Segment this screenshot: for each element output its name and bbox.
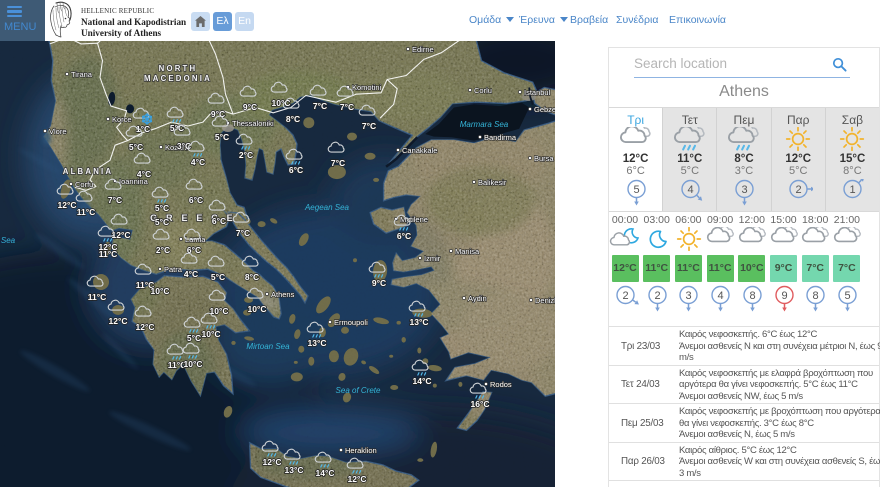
svg-text:Corlu: Corlu bbox=[474, 86, 492, 95]
svg-text:6°C: 6°C bbox=[189, 195, 203, 205]
svg-text:Aydin: Aydin bbox=[468, 294, 487, 303]
svg-text:12°C: 12°C bbox=[112, 230, 131, 240]
svg-text:9°C: 9°C bbox=[243, 102, 257, 112]
svg-text:NORTH: NORTH bbox=[159, 64, 198, 73]
svg-text:14°C: 14°C bbox=[316, 468, 335, 478]
svg-text:Edirne: Edirne bbox=[412, 45, 434, 54]
svg-text:4°C: 4°C bbox=[184, 269, 198, 279]
svg-text:2: 2 bbox=[622, 290, 628, 302]
svg-text:6°C: 6°C bbox=[212, 216, 226, 226]
svg-text:Mirtoan Sea: Mirtoan Sea bbox=[246, 342, 290, 351]
svg-text:10°C: 10°C bbox=[151, 286, 170, 296]
svg-text:Balikesir: Balikesir bbox=[478, 178, 507, 187]
svg-text:5°C: 5°C bbox=[155, 203, 169, 213]
svg-text:8: 8 bbox=[813, 290, 819, 302]
svg-text:Patra: Patra bbox=[164, 265, 183, 274]
svg-text:Corfu: Corfu bbox=[75, 180, 93, 189]
svg-text:14°C: 14°C bbox=[413, 376, 432, 386]
svg-text:12°C: 12°C bbox=[136, 322, 155, 332]
svg-text:Ermoupoli: Ermoupoli bbox=[334, 318, 368, 327]
svg-text:12°C: 12°C bbox=[263, 457, 282, 467]
svg-text:7°C: 7°C bbox=[362, 121, 376, 131]
svg-text:4: 4 bbox=[718, 290, 724, 302]
svg-text:MACEDONIA: MACEDONIA bbox=[144, 74, 212, 83]
svg-text:3: 3 bbox=[741, 184, 747, 196]
svg-text:Bursa: Bursa bbox=[534, 154, 554, 163]
svg-text:7°C: 7°C bbox=[108, 195, 122, 205]
svg-text:5°C: 5°C bbox=[155, 217, 169, 227]
svg-text:Manisa: Manisa bbox=[455, 247, 480, 256]
svg-text:5°C: 5°C bbox=[215, 132, 229, 142]
svg-text:7°C: 7°C bbox=[236, 228, 250, 238]
svg-text:5°C: 5°C bbox=[211, 272, 225, 282]
svg-text:1: 1 bbox=[850, 184, 856, 196]
svg-text:16°C: 16°C bbox=[471, 399, 490, 409]
svg-text:3: 3 bbox=[686, 290, 692, 302]
svg-text:Korce: Korce bbox=[112, 115, 132, 124]
svg-text:5°C: 5°C bbox=[129, 142, 143, 152]
svg-text:4°C: 4°C bbox=[191, 157, 205, 167]
svg-text:13°C: 13°C bbox=[308, 338, 327, 348]
svg-text:Canakkale: Canakkale bbox=[402, 146, 437, 155]
svg-text:Istanbul: Istanbul bbox=[524, 88, 551, 97]
svg-text:6°C: 6°C bbox=[289, 165, 303, 175]
svg-text:11°C: 11°C bbox=[77, 207, 96, 217]
svg-text:5: 5 bbox=[844, 290, 850, 302]
svg-text:11°C: 11°C bbox=[88, 292, 107, 302]
svg-text:10°C: 10°C bbox=[184, 359, 203, 369]
svg-text:8: 8 bbox=[749, 290, 755, 302]
svg-text:7°C: 7°C bbox=[313, 101, 327, 111]
svg-text:Aegean Sea: Aegean Sea bbox=[304, 203, 350, 212]
svg-text:2: 2 bbox=[654, 290, 660, 302]
svg-text:4: 4 bbox=[687, 184, 693, 196]
svg-text:Gebze: Gebze bbox=[534, 105, 555, 114]
svg-text:6°C: 6°C bbox=[397, 231, 411, 241]
svg-text:13°C: 13°C bbox=[410, 317, 429, 327]
svg-text:Vlore: Vlore bbox=[49, 127, 67, 136]
svg-text:Bandirma: Bandirma bbox=[484, 133, 517, 142]
svg-text:Thessaloniki: Thessaloniki bbox=[232, 119, 274, 128]
svg-text:Sea: Sea bbox=[1, 236, 16, 245]
svg-text:ALBANIA: ALBANIA bbox=[63, 167, 113, 176]
svg-text:2°C: 2°C bbox=[156, 245, 170, 255]
svg-text:2: 2 bbox=[796, 184, 802, 196]
svg-text:8°C: 8°C bbox=[286, 114, 300, 124]
svg-text:9°C: 9°C bbox=[372, 278, 386, 288]
svg-text:Heraklion: Heraklion bbox=[345, 446, 377, 455]
svg-text:9: 9 bbox=[781, 290, 787, 302]
svg-text:8°C: 8°C bbox=[245, 272, 259, 282]
svg-text:Izmir: Izmir bbox=[424, 254, 441, 263]
svg-text:Sea of Crete: Sea of Crete bbox=[336, 386, 381, 395]
svg-text:Athens: Athens bbox=[271, 290, 295, 299]
svg-text:10°C: 10°C bbox=[210, 306, 229, 316]
svg-text:10°C: 10°C bbox=[248, 304, 267, 314]
svg-text:7°C: 7°C bbox=[340, 102, 354, 112]
svg-text:5: 5 bbox=[633, 184, 639, 196]
svg-text:7°C: 7°C bbox=[331, 158, 345, 168]
svg-text:Rodos: Rodos bbox=[490, 380, 512, 389]
svg-text:Marmara Sea: Marmara Sea bbox=[460, 120, 509, 129]
svg-text:12°C: 12°C bbox=[109, 316, 128, 326]
svg-text:11°C: 11°C bbox=[99, 249, 118, 259]
svg-text:2°C: 2°C bbox=[239, 150, 253, 160]
svg-text:Komotini: Komotini bbox=[352, 83, 382, 92]
svg-text:Denizli: Denizli bbox=[535, 296, 555, 305]
svg-text:13°C: 13°C bbox=[285, 465, 304, 475]
svg-text:5°C: 5°C bbox=[187, 333, 201, 343]
svg-text:Tirana: Tirana bbox=[71, 70, 93, 79]
svg-text:10°C: 10°C bbox=[202, 329, 221, 339]
svg-text:12°C: 12°C bbox=[58, 200, 77, 210]
svg-text:12°C: 12°C bbox=[348, 474, 367, 484]
svg-text:4°C: 4°C bbox=[137, 169, 151, 179]
